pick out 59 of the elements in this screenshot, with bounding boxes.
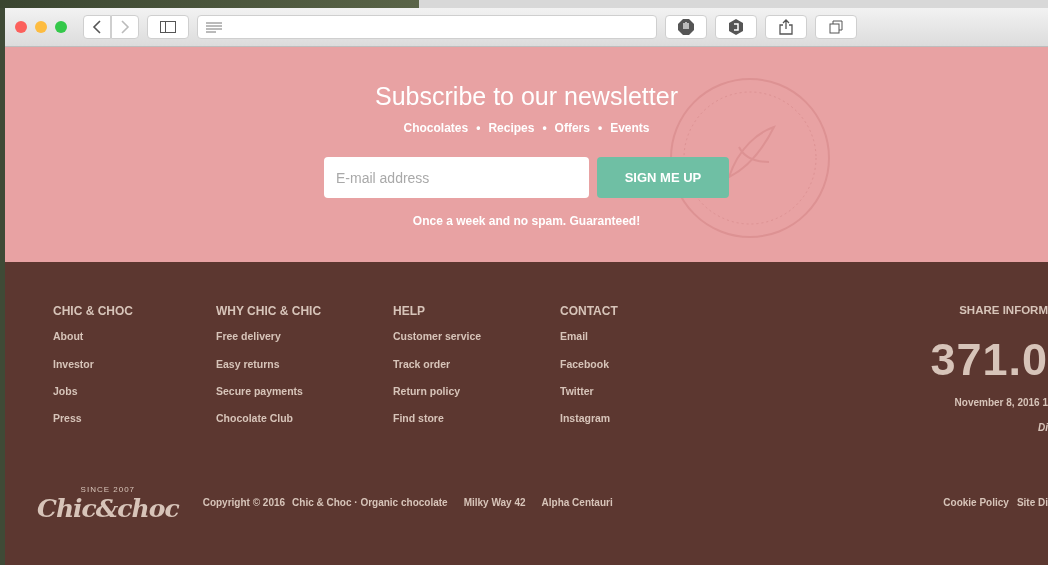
footer-link[interactable]: Find store xyxy=(393,411,444,427)
footer-link[interactable]: Press xyxy=(53,411,82,427)
footer-link[interactable]: Free delivery xyxy=(216,329,281,346)
column-heading: HELP xyxy=(393,304,426,319)
bullet-separator: • xyxy=(476,120,481,137)
footer-link[interactable]: Jobs xyxy=(53,383,78,400)
footer-link[interactable]: Email xyxy=(560,329,588,346)
bullet-separator: • xyxy=(542,120,547,137)
footer-link[interactable]: Twitter xyxy=(560,383,594,400)
share-button[interactable] xyxy=(765,15,807,39)
share-heading: SHARE INFORM xyxy=(958,304,1048,318)
forward-icon xyxy=(120,20,130,34)
footer-link[interactable]: Customer service xyxy=(393,329,482,346)
logo-tagline: SINCE 2007 xyxy=(79,484,137,496)
copyright-text: Milky Way 42 xyxy=(463,496,526,510)
newsletter-note: Once a week and no spam. Guaranteed! xyxy=(411,213,642,230)
address-bar[interactable] xyxy=(197,15,657,39)
copyright-text: Copyright © 2016 xyxy=(202,496,286,510)
share-price: 371.0 xyxy=(930,336,1048,382)
legal-link[interactable]: Site Di xyxy=(1016,495,1048,510)
footer-link[interactable]: Track order xyxy=(393,356,451,373)
topic-label: Offers xyxy=(554,120,590,137)
topic-label: Events xyxy=(610,120,650,137)
sidebar-button[interactable] xyxy=(147,15,189,39)
footer-link[interactable]: Instagram xyxy=(560,411,611,427)
hexagon-icon xyxy=(728,19,744,35)
footer-link[interactable]: Secure payments xyxy=(216,383,303,400)
column-heading: WHY CHIC & CHIC xyxy=(216,304,323,319)
share-note: Di xyxy=(1037,420,1048,435)
footer-link[interactable]: Facebook xyxy=(560,356,609,373)
logo-wordmark[interactable]: Chic&choc xyxy=(37,496,179,521)
footer-link[interactable]: Return policy xyxy=(393,383,461,400)
close-button[interactable] xyxy=(15,21,27,33)
legal-link[interactable]: Cookie Policy xyxy=(943,495,1009,510)
forward-button[interactable] xyxy=(111,15,139,39)
share-icon xyxy=(779,19,793,35)
back-icon xyxy=(92,20,102,34)
newsletter-heading: Subscribe to our newsletter xyxy=(374,81,679,111)
minimize-button[interactable] xyxy=(35,21,47,33)
footer-link[interactable]: Investor xyxy=(53,356,94,373)
share-date: November 8, 2016 1 xyxy=(953,395,1048,410)
back-button[interactable] xyxy=(83,15,111,39)
footer-link[interactable]: About xyxy=(53,329,84,346)
zoom-button[interactable] xyxy=(55,21,67,33)
bullet-separator: • xyxy=(597,120,603,137)
tabs-button[interactable] xyxy=(815,15,857,39)
email-field[interactable]: E-mail address xyxy=(324,157,589,198)
topic-label: Recipes xyxy=(488,120,535,137)
sidebar-icon xyxy=(160,21,176,33)
reader-icon[interactable] xyxy=(206,21,222,33)
topic-label: Chocolates xyxy=(403,120,469,137)
tabs-icon xyxy=(829,20,843,34)
column-heading: CHIC & CHOC xyxy=(53,304,134,319)
hexagon-icon-button[interactable] xyxy=(715,15,757,39)
copyright-text: Chic & Choc · Organic chocolate xyxy=(292,496,448,510)
footer-link[interactable]: Chocolate Club xyxy=(216,411,293,427)
copyright-text: Alpha Centauri xyxy=(541,496,613,510)
footer-link[interactable]: Easy returns xyxy=(216,356,280,373)
column-heading: CONTACT xyxy=(560,304,619,319)
